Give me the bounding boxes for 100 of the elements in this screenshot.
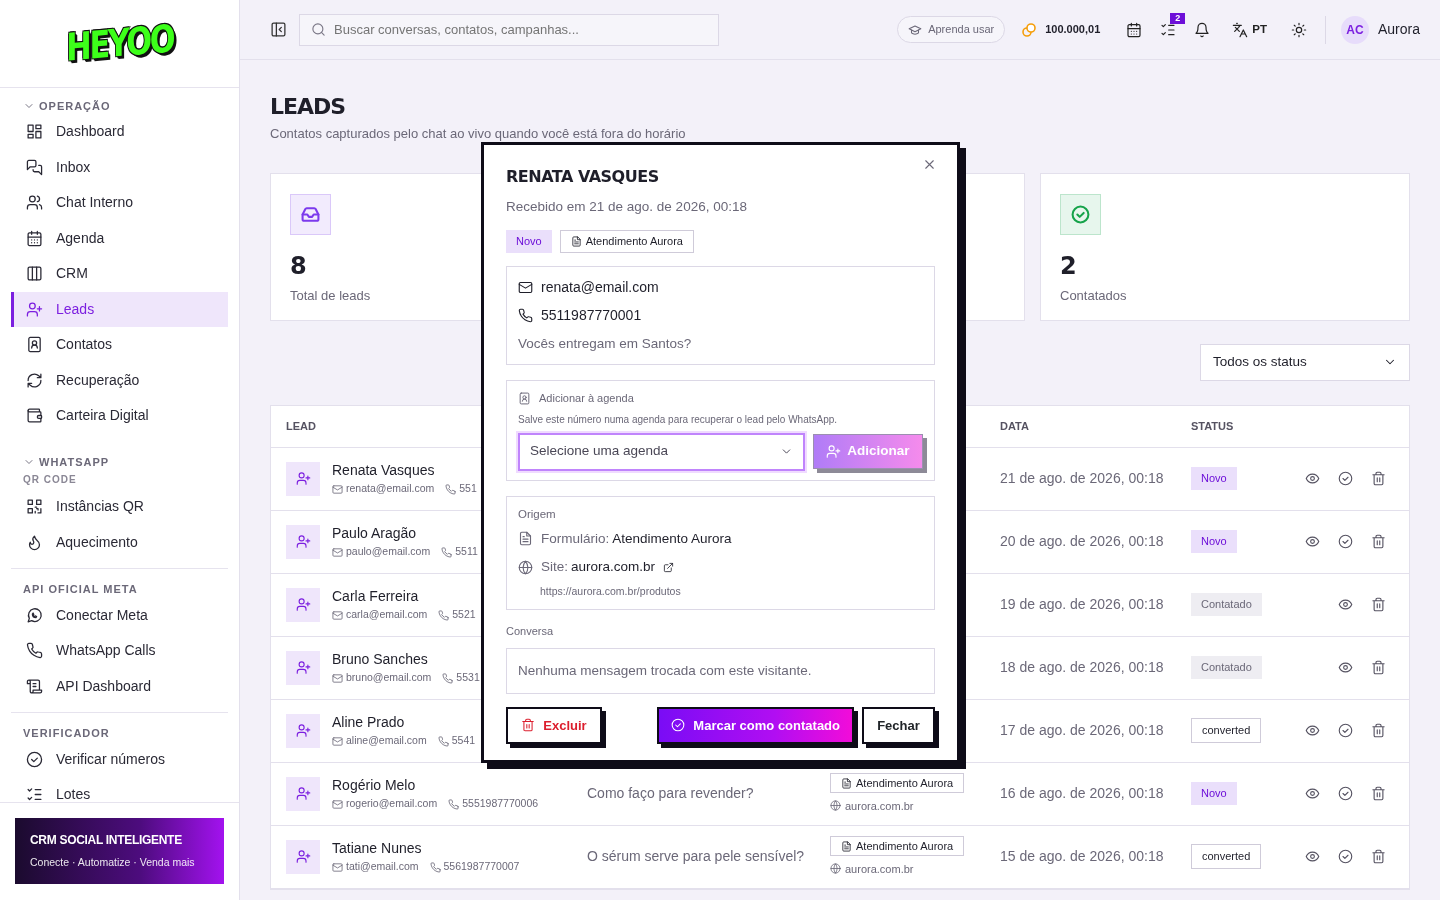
delete-button[interactable] bbox=[1371, 660, 1386, 675]
page-url[interactable]: https://aurora.com.br/produtos bbox=[540, 584, 923, 600]
lead-phone: 5551987770006 bbox=[462, 796, 539, 812]
status-badge: Novo bbox=[1191, 782, 1237, 805]
section-title[interactable]: OPERAÇÃO bbox=[39, 97, 111, 115]
globe-icon bbox=[830, 863, 841, 875]
notification-badge: 2 bbox=[1170, 12, 1186, 24]
sidebar-item[interactable]: Aquecimento bbox=[11, 524, 228, 561]
status-badge: Contatado bbox=[1191, 593, 1262, 616]
user-plus-icon bbox=[295, 660, 311, 675]
user-plus-icon bbox=[295, 786, 311, 801]
phone-icon bbox=[445, 483, 457, 495]
lead-name[interactable]: Carla Ferreira bbox=[332, 586, 476, 608]
mark-contacted-button[interactable] bbox=[1338, 723, 1353, 738]
view-button[interactable] bbox=[1338, 597, 1353, 612]
checklist-icon bbox=[1160, 21, 1177, 38]
user-plus-icon bbox=[26, 300, 43, 318]
sidebar-item[interactable]: Recuperação bbox=[11, 362, 228, 399]
sidebar-item[interactable]: Instâncias QR bbox=[11, 489, 228, 525]
delete-button[interactable] bbox=[1371, 786, 1386, 801]
mark-contacted-button[interactable] bbox=[1338, 786, 1353, 801]
check-circle-icon bbox=[1338, 849, 1353, 864]
user-name[interactable]: Aurora bbox=[1377, 19, 1420, 40]
lead-name[interactable]: Paulo Aragão bbox=[332, 523, 478, 545]
sidebar-item[interactable]: Leads bbox=[11, 291, 228, 328]
view-button[interactable] bbox=[1305, 723, 1320, 738]
section-title: API OFICIAL META bbox=[23, 582, 138, 598]
lead-name[interactable]: Bruno Sanches bbox=[332, 649, 480, 671]
trash-icon bbox=[1371, 786, 1386, 801]
sidebar-item[interactable]: Chat Interno bbox=[11, 185, 228, 221]
check-circle-icon bbox=[1338, 471, 1353, 486]
globe-icon bbox=[518, 559, 533, 575]
site-link[interactable]: aurora.com.br bbox=[845, 797, 914, 815]
site-link[interactable]: aurora.com.br bbox=[845, 860, 914, 878]
view-button[interactable] bbox=[1305, 849, 1320, 864]
search-field[interactable]: Buscar conversas, contatos, campanhas... bbox=[299, 13, 719, 46]
sidebar-item[interactable]: Inbox bbox=[11, 149, 228, 186]
lead-date: 19 de ago. de 2026, 00:18 bbox=[1000, 596, 1164, 612]
phone-icon bbox=[518, 307, 533, 323]
mail-icon bbox=[332, 798, 343, 810]
eye-icon bbox=[1305, 534, 1320, 549]
mark-contacted-button[interactable] bbox=[1338, 534, 1353, 549]
eye-icon bbox=[1305, 471, 1320, 486]
trash-icon bbox=[1371, 723, 1386, 738]
check-circle-icon bbox=[671, 718, 686, 733]
agenda-select[interactable]: Selecione uma agenda bbox=[518, 432, 805, 471]
delete-button[interactable] bbox=[1371, 597, 1386, 612]
trash-icon bbox=[1371, 849, 1386, 864]
stat-label: Contatados bbox=[1060, 286, 1127, 305]
check-circle-icon bbox=[26, 750, 43, 768]
sidebar-item[interactable]: Agenda bbox=[11, 220, 228, 257]
contact-card-icon bbox=[518, 391, 531, 405]
learn-button[interactable]: Aprenda usar bbox=[897, 16, 1006, 43]
sidebar-item[interactable]: WhatsApp Calls bbox=[11, 633, 228, 669]
sidebar-item[interactable]: API Dashboard bbox=[11, 668, 228, 705]
wallet-icon bbox=[26, 407, 43, 425]
lead-name[interactable]: Renata Vasques bbox=[332, 460, 477, 482]
language-button[interactable]: PT bbox=[1252, 20, 1267, 39]
stat-value: 2 bbox=[1060, 253, 1077, 278]
phone-icon bbox=[441, 546, 453, 558]
column-header: LEAD bbox=[286, 419, 316, 432]
section-title[interactable]: WHATSAPP bbox=[39, 453, 110, 471]
form-tag: Atendimento Aurora bbox=[559, 230, 694, 253]
columns-icon bbox=[26, 265, 43, 283]
delete-button[interactable] bbox=[1371, 849, 1386, 864]
status-filter[interactable]: Todos os status bbox=[1200, 343, 1410, 381]
view-button[interactable] bbox=[1305, 786, 1320, 801]
lead-name[interactable]: Tatiane Nunes bbox=[332, 838, 520, 860]
lead-date: 21 de ago. de 2026, 00:18 bbox=[1000, 470, 1164, 486]
lead-phone: 5511 bbox=[455, 544, 478, 560]
sidebar-item[interactable]: CRM bbox=[11, 256, 228, 292]
sidebar-item[interactable]: Dashboard bbox=[11, 114, 228, 150]
lead-message: O sérum serve para pele sensível? bbox=[587, 848, 805, 864]
lead-name[interactable]: Aline Prado bbox=[332, 712, 476, 734]
mark-contacted-button[interactable] bbox=[1338, 849, 1353, 864]
view-button[interactable] bbox=[1305, 534, 1320, 549]
view-button[interactable] bbox=[1305, 471, 1320, 486]
mark-contacted-button[interactable] bbox=[1338, 471, 1353, 486]
sidebar-item[interactable]: Contatos bbox=[11, 327, 228, 363]
flame-icon bbox=[26, 533, 43, 551]
external-link-icon bbox=[663, 561, 675, 573]
sidebar-item[interactable]: Conectar Meta bbox=[11, 597, 228, 634]
view-button[interactable] bbox=[1338, 660, 1353, 675]
lead-name[interactable]: Rogério Melo bbox=[332, 775, 539, 797]
check-circle-icon bbox=[1338, 534, 1353, 549]
promo-subtitle: Conecte · Automatize · Venda mais bbox=[30, 855, 196, 871]
site-link[interactable]: aurora.com.br bbox=[571, 557, 656, 578]
mail-icon bbox=[332, 735, 343, 747]
sidebar-item[interactable]: Lotes bbox=[11, 777, 228, 802]
lead-message: Como faço para revender? bbox=[587, 785, 754, 801]
lead-email: aline@email.com bbox=[346, 733, 427, 749]
user-avatar[interactable]: AC bbox=[1340, 15, 1369, 44]
delete-button[interactable] bbox=[1371, 534, 1386, 549]
delete-button[interactable] bbox=[1371, 723, 1386, 738]
grid-icon bbox=[26, 123, 43, 141]
lead-message: Vocês entregam em Santos? bbox=[518, 334, 693, 353]
delete-button[interactable] bbox=[1371, 471, 1386, 486]
sidebar-item[interactable]: Carteira Digital bbox=[11, 398, 228, 434]
sidebar-item[interactable]: Verificar números bbox=[11, 741, 228, 778]
document-icon bbox=[841, 777, 852, 789]
